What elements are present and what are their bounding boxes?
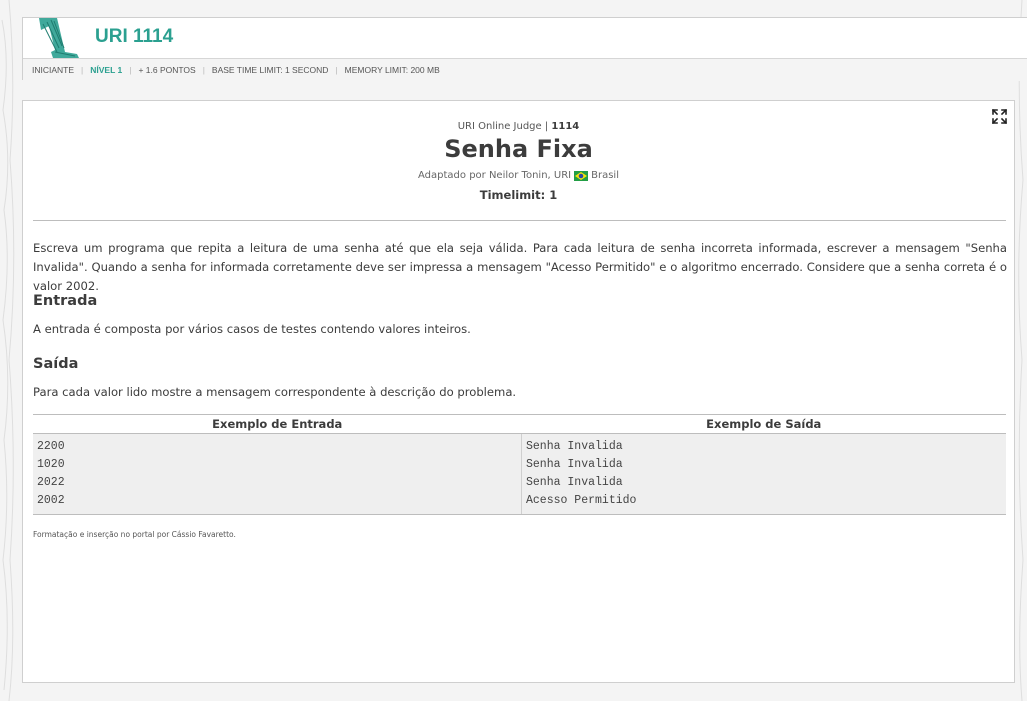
author-line: Adaptado por Neilor Tonin, URI Brasil	[23, 170, 1014, 181]
judge-number: 1114	[551, 121, 580, 132]
input-section-title: Entrada	[33, 293, 98, 309]
meta-separator: |	[202, 65, 205, 75]
numeral-1-logo	[39, 18, 79, 58]
problem-description: Escreva um programa que repita a leitura…	[33, 241, 1007, 293]
brazil-flag-icon	[574, 170, 589, 181]
output-example-line: Senha Invalida	[526, 440, 623, 453]
output-example-line: Senha Invalida	[526, 458, 623, 471]
level-label: NÍVEL 1	[90, 65, 123, 75]
input-section-text: A entrada é composta por vários casos de…	[33, 322, 471, 336]
divider	[33, 220, 1006, 221]
meta-separator: |	[129, 65, 132, 75]
time-limit-label: BASE TIME LIMIT: 1 SECOND	[211, 65, 329, 75]
page-title: Senha Fixa	[444, 135, 593, 163]
timelimit: Timelimit: 1	[479, 188, 558, 202]
category-label: INICIANTE	[32, 65, 75, 75]
meta-separator: |	[335, 65, 338, 75]
output-example-cell: Senha Invalida Senha Invalida Senha Inva…	[521, 433, 1006, 515]
problem-header: URI 1114 INICIANTE | NÍVEL 1 | + 1.6 PON…	[22, 17, 1027, 81]
author-text: Adaptado por Neilor Tonin, URI	[418, 170, 572, 181]
examples-table: Exemplo de Entrada Exemplo de Saída 2200…	[33, 414, 1006, 515]
problem-code: URI 1114	[95, 26, 174, 47]
input-example-line: 1020	[37, 458, 65, 471]
points-label: + 1.6 PONTOS	[138, 65, 196, 75]
output-example-header: Exemplo de Saída	[521, 414, 1006, 434]
output-example-line: Senha Invalida	[526, 476, 623, 489]
output-section-title: Saída	[33, 356, 79, 372]
output-example-line: Acesso Permitido	[526, 494, 637, 507]
input-example-line: 2200	[37, 440, 65, 453]
meta-separator: |	[81, 65, 84, 75]
input-example-cell: 2200 1020 2022 2002	[33, 433, 522, 515]
problem-statement-card: URI Online Judge | 1114 Senha Fixa Adapt…	[22, 100, 1015, 683]
judge-prefix: URI Online Judge |	[457, 121, 552, 132]
problem-meta-bar: INICIANTE | NÍVEL 1 | + 1.6 PONTOS | BAS…	[23, 59, 1027, 81]
input-example-line: 2022	[37, 476, 65, 489]
header-title-bar: URI 1114	[23, 18, 1027, 59]
credits-text: Formatação e inserção no portal por Cáss…	[33, 530, 236, 539]
memory-limit-label: MEMORY LIMIT: 200 MB	[344, 65, 440, 75]
output-section-text: Para cada valor lido mostre a mensagem c…	[33, 385, 517, 399]
input-example-header: Exemplo de Entrada	[33, 414, 522, 434]
input-example-line: 2002	[37, 494, 65, 507]
judge-line: URI Online Judge | 1114	[23, 121, 1014, 132]
country-text: Brasil	[591, 170, 619, 181]
